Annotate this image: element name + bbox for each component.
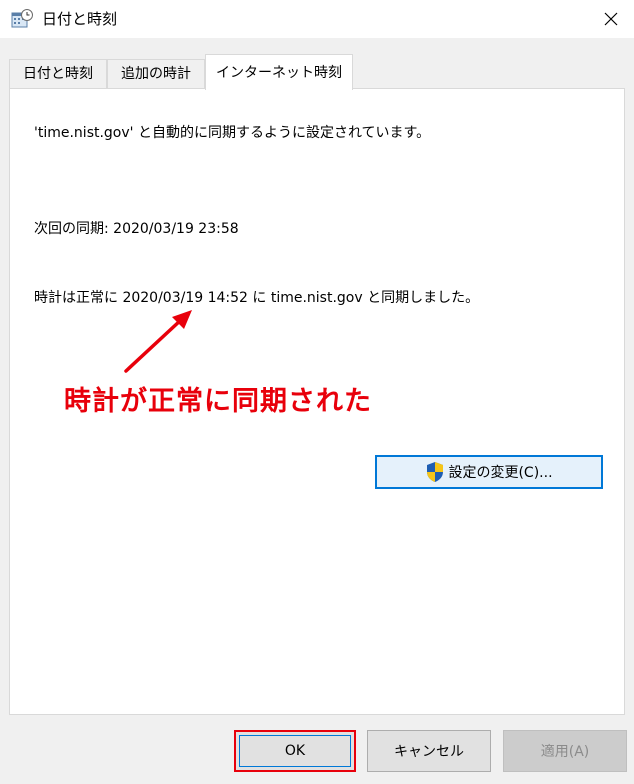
last-sync-text: 時計は正常に 2020/03/19 14:52 に time.nist.gov … xyxy=(34,290,480,306)
date-time-dialog: 日付と時刻 日付と時刻 追加の時計 インターネット時刻 'time.nist.g… xyxy=(0,0,634,784)
calendar-clock-icon xyxy=(11,9,33,31)
change-settings-button[interactable]: 設定の変更(C)... xyxy=(375,455,603,489)
uac-shield-icon xyxy=(427,462,444,482)
window-title: 日付と時刻 xyxy=(42,10,118,28)
tab-internet-time[interactable]: インターネット時刻 xyxy=(205,54,353,90)
server-setting-text: 'time.nist.gov' と自動的に同期するように設定されています。 xyxy=(34,125,431,141)
tab-date-time[interactable]: 日付と時刻 xyxy=(9,59,107,89)
change-settings-label: 設定の変更(C)... xyxy=(448,465,553,481)
ok-button[interactable]: OK xyxy=(234,730,356,772)
arrow-icon xyxy=(124,310,192,373)
focus-rect xyxy=(239,735,351,767)
apply-label: 適用(A) xyxy=(540,744,590,760)
cancel-label: キャンセル xyxy=(394,744,464,760)
apply-button[interactable]: 適用(A) xyxy=(503,730,627,772)
close-icon xyxy=(604,12,618,26)
title-bar: 日付と時刻 xyxy=(0,0,634,38)
annotation-label: 時計が正常に同期された xyxy=(64,386,372,417)
internet-time-panel: 'time.nist.gov' と自動的に同期するように設定されています。 次回… xyxy=(9,88,625,715)
next-sync-text: 次回の同期: 2020/03/19 23:58 xyxy=(34,221,239,237)
cancel-button[interactable]: キャンセル xyxy=(367,730,491,772)
close-button[interactable] xyxy=(588,0,634,38)
tab-additional-clocks[interactable]: 追加の時計 xyxy=(107,59,205,89)
